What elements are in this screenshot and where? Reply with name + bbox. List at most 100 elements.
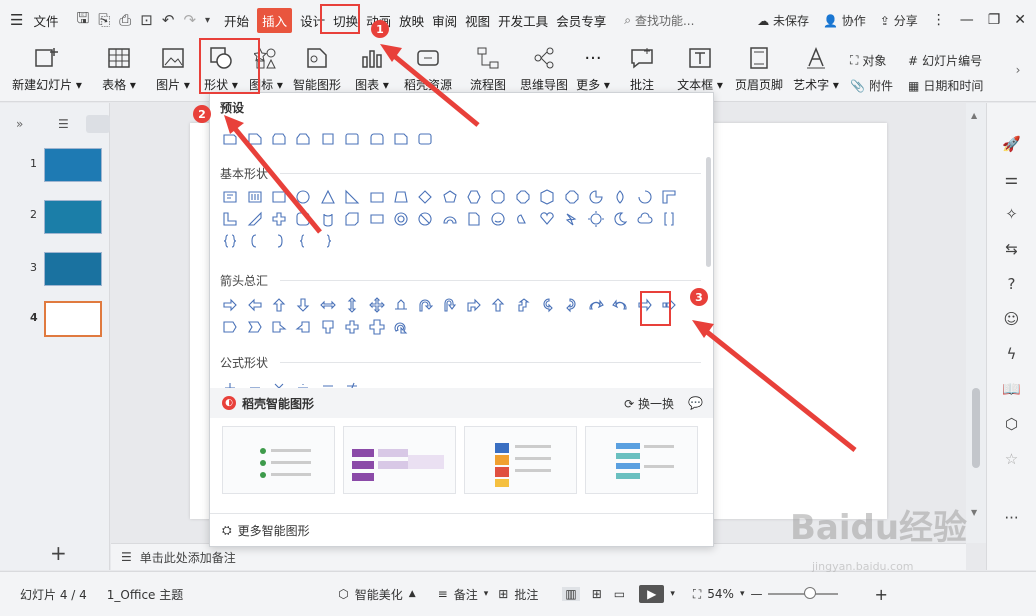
basic-shape[interactable] xyxy=(608,186,632,208)
star-icon[interactable]: ☆ xyxy=(1005,450,1018,468)
basic-shape[interactable] xyxy=(340,208,364,230)
arrow-shape[interactable] xyxy=(291,294,315,316)
preset-shape[interactable] xyxy=(316,128,340,150)
basic-shape[interactable] xyxy=(389,186,413,208)
tab-slideshow[interactable]: 放映 xyxy=(399,11,424,30)
undo-icon[interactable]: ↶ xyxy=(162,11,175,29)
basic-shape[interactable] xyxy=(291,230,315,252)
arrow-shape[interactable] xyxy=(608,294,632,316)
restore-icon[interactable]: ❐ xyxy=(988,12,1001,28)
basic-shape[interactable] xyxy=(559,186,583,208)
basic-shape[interactable] xyxy=(486,208,510,230)
tab-view[interactable]: 视图 xyxy=(465,11,490,30)
arrow-shape[interactable] xyxy=(413,294,437,316)
arrow-shape[interactable] xyxy=(316,294,340,316)
outline-view-icon[interactable]: ☰ xyxy=(58,117,69,131)
scroll-up-icon[interactable]: ▲ xyxy=(971,111,977,120)
smart-graphic-card[interactable] xyxy=(222,426,335,494)
file-menu[interactable]: ☰ 文件 xyxy=(10,11,62,30)
tab-member[interactable]: 会员专享 xyxy=(556,11,606,30)
arrow-shape[interactable] xyxy=(218,294,242,316)
basic-shape[interactable] xyxy=(584,186,608,208)
basic-shape[interactable] xyxy=(242,186,266,208)
mindmap-button[interactable]: 思维导图 xyxy=(516,40,572,100)
comments-toggle[interactable]: ⊞ 批注 xyxy=(498,586,538,603)
basic-shape[interactable] xyxy=(218,230,242,252)
wordart-button[interactable]: 艺术字 ▾ xyxy=(788,40,844,100)
docer-resource-button[interactable]: 稻壳资源 xyxy=(396,40,460,100)
unsaved-status[interactable]: ☁ 未保存 xyxy=(757,12,809,29)
arrow-shape[interactable] xyxy=(316,316,340,338)
slide-thumbnail-1[interactable] xyxy=(44,148,102,182)
smart-graphic-card[interactable] xyxy=(343,426,456,494)
add-slide-icon[interactable]: + xyxy=(50,541,67,565)
arrow-shape[interactable] xyxy=(340,316,364,338)
collapse-panel-icon[interactable]: » xyxy=(16,117,23,131)
basic-shape[interactable] xyxy=(242,230,266,252)
basic-shape[interactable] xyxy=(657,208,681,230)
header-footer-button[interactable]: 页眉页脚 xyxy=(730,40,788,100)
arrow-shape[interactable] xyxy=(462,294,486,316)
basic-shape[interactable] xyxy=(511,208,535,230)
new-slide-button[interactable]: 新建幻灯片 ▾ xyxy=(0,40,94,100)
notes-toggle[interactable]: ≡ 备注 ▾ xyxy=(438,586,489,603)
search-box[interactable]: ⌕ 查找功能... xyxy=(624,12,694,29)
collab-button[interactable]: 👤 协作 xyxy=(823,12,866,29)
arrow-shape[interactable] xyxy=(511,294,535,316)
basic-shape[interactable] xyxy=(218,208,242,230)
tab-review[interactable]: 审阅 xyxy=(432,11,457,30)
preset-shape[interactable] xyxy=(218,128,242,150)
scrollbar-thumb[interactable] xyxy=(972,388,980,468)
basic-shape[interactable] xyxy=(340,186,364,208)
basic-shape[interactable] xyxy=(316,230,340,252)
sparkle-icon[interactable]: ✧ xyxy=(1005,205,1018,223)
zoom-level[interactable]: 54% xyxy=(707,587,734,601)
slide-thumbnail-3[interactable] xyxy=(44,252,102,286)
arrow-shape[interactable] xyxy=(267,294,291,316)
share-button[interactable]: ⇪ 分享 xyxy=(880,12,918,29)
customize-icon[interactable]: ▾ xyxy=(205,15,210,26)
slide-thumbnail-2[interactable] xyxy=(44,200,102,234)
sorter-view-icon[interactable]: ⊞ xyxy=(592,587,602,601)
basic-shape[interactable] xyxy=(633,186,657,208)
redo-icon[interactable]: ↷ xyxy=(183,11,196,29)
zoom-out-icon[interactable]: — xyxy=(750,587,762,601)
basic-shape[interactable] xyxy=(608,208,632,230)
arrow-shape[interactable] xyxy=(438,294,462,316)
minimize-icon[interactable]: — xyxy=(960,12,974,28)
more-button[interactable]: ··· 更多 ▾ xyxy=(572,40,614,100)
book-icon[interactable]: 📖 xyxy=(1002,380,1021,398)
datetime-button[interactable]: ▦ 日期和时间 xyxy=(908,77,1008,94)
swap-button[interactable]: ⟳ 换一换 xyxy=(624,395,674,412)
preset-shape[interactable] xyxy=(413,128,437,150)
preview-icon[interactable]: ⊡ xyxy=(140,11,153,29)
smart-graphic-card[interactable] xyxy=(585,426,698,494)
preset-shape[interactable] xyxy=(389,128,413,150)
basic-shape[interactable] xyxy=(389,208,413,230)
basic-shape[interactable] xyxy=(267,208,291,230)
basic-shape[interactable] xyxy=(657,186,681,208)
smart-art-button[interactable]: 智能图形 xyxy=(286,40,348,100)
arrow-shape[interactable] xyxy=(267,316,291,338)
rocket-icon[interactable]: 🚀 xyxy=(1002,135,1021,153)
basic-shape[interactable] xyxy=(438,208,462,230)
basic-shape[interactable] xyxy=(316,208,340,230)
save-icon[interactable]: 🖫 xyxy=(76,8,89,33)
pentagon-arrow-shape[interactable] xyxy=(218,316,242,338)
arrow-shape[interactable] xyxy=(364,316,388,338)
more-smart-graphics-button[interactable]: ⛭ 更多智能图形 xyxy=(210,513,713,546)
dropdown-scrollbar[interactable] xyxy=(706,157,711,267)
play-button[interactable]: ▶ ▾ xyxy=(639,585,675,603)
cube-icon[interactable]: ⬡ xyxy=(1005,415,1018,433)
basic-shape[interactable] xyxy=(535,186,559,208)
print-icon[interactable]: ⎙ xyxy=(119,11,131,29)
export-pdf-icon[interactable]: ⎘ xyxy=(98,11,110,29)
preset-shape[interactable] xyxy=(364,128,388,150)
textbox-button[interactable]: 文本框 ▾ xyxy=(670,40,730,100)
table-button[interactable]: 表格 ▾ xyxy=(94,40,144,100)
sidebar-more-icon[interactable]: ··· xyxy=(1004,509,1018,527)
arrow-shape[interactable] xyxy=(584,294,608,316)
basic-shape[interactable] xyxy=(511,186,535,208)
basic-shape[interactable] xyxy=(364,186,388,208)
basic-shape[interactable] xyxy=(267,230,291,252)
